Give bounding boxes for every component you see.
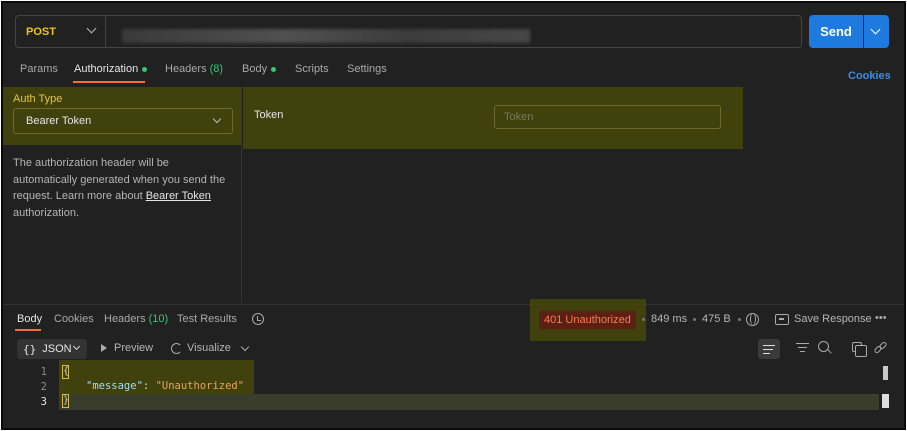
response-time[interactable]: 849 ms xyxy=(651,313,687,325)
line-number: 1 xyxy=(40,366,47,378)
close-brace[interactable]: } xyxy=(62,394,69,408)
scrollbar[interactable] xyxy=(883,366,888,380)
tab-scripts[interactable]: Scripts xyxy=(295,63,329,75)
history-icon[interactable] xyxy=(252,313,264,325)
chevron-down-icon xyxy=(72,342,81,351)
response-tab-cookies[interactable]: Cookies xyxy=(54,313,94,325)
separator-dot xyxy=(693,318,696,321)
line-number: 3 xyxy=(40,396,47,408)
chevron-down-icon[interactable] xyxy=(240,342,250,352)
divider xyxy=(3,304,904,305)
auth-type-value: Bearer Token xyxy=(26,115,92,127)
visualize-button[interactable]: Visualize xyxy=(171,342,231,354)
chevron-down-icon xyxy=(870,24,881,35)
url-input[interactable] xyxy=(105,15,802,48)
globe-icon[interactable] xyxy=(746,313,759,326)
token-input[interactable] xyxy=(494,105,721,129)
scrollbar-thumb[interactable] xyxy=(882,394,889,408)
open-brace[interactable]: { xyxy=(62,365,69,379)
active-tab-indicator xyxy=(15,329,41,331)
auth-description: The authorization header will be automat… xyxy=(13,157,226,219)
bearer-token-link[interactable]: Bearer Token xyxy=(146,190,211,202)
auth-type-select[interactable]: Bearer Token xyxy=(13,108,233,134)
response-size[interactable]: 475 B xyxy=(702,313,731,325)
save-response-icon xyxy=(775,314,789,325)
status-badge[interactable]: 401 Unauthorized xyxy=(539,311,636,329)
active-dot-icon xyxy=(271,66,277,72)
method-select[interactable]: POST xyxy=(15,15,105,48)
tab-settings[interactable]: Settings xyxy=(347,63,387,75)
response-tab-test-results[interactable]: Test Results xyxy=(177,313,237,325)
play-icon xyxy=(101,344,108,352)
send-options-button[interactable] xyxy=(864,15,889,48)
separator-dot xyxy=(738,318,741,321)
link-icon[interactable] xyxy=(873,340,888,355)
code-line[interactable]: "message": "Unauthorized" xyxy=(86,380,244,392)
tab-body[interactable]: Body xyxy=(242,63,277,75)
method-label: POST xyxy=(26,25,56,38)
current-line-highlight xyxy=(59,394,879,410)
send-button[interactable]: Send xyxy=(809,15,863,48)
active-tab-indicator xyxy=(73,81,145,83)
braces-icon: {} xyxy=(23,342,37,356)
chevron-down-icon xyxy=(212,114,222,124)
line-number: 2 xyxy=(40,381,47,393)
tab-headers[interactable]: Headers (8) xyxy=(165,63,223,75)
response-tab-headers[interactable]: Headers (10) xyxy=(104,313,168,325)
more-options-icon[interactable]: ••• xyxy=(875,312,887,324)
tab-authorization[interactable]: Authorization xyxy=(74,63,148,75)
tab-params[interactable]: Params xyxy=(20,63,58,75)
copy-icon[interactable] xyxy=(852,342,867,357)
redacted-url xyxy=(122,29,530,43)
wrap-lines-button[interactable] xyxy=(758,339,780,359)
cookies-link[interactable]: Cookies xyxy=(848,70,891,82)
search-icon[interactable] xyxy=(818,341,829,352)
preview-button[interactable]: Preview xyxy=(101,342,153,354)
chevron-down-icon xyxy=(86,23,97,34)
response-tab-body[interactable]: Body xyxy=(17,313,42,325)
visualize-icon xyxy=(171,342,182,354)
divider xyxy=(241,87,242,303)
token-label: Token xyxy=(254,109,284,121)
app-window: POST Send Params Authorization Headers (… xyxy=(1,1,906,430)
separator-dot xyxy=(642,318,645,321)
filter-icon[interactable] xyxy=(796,342,809,354)
format-select[interactable]: {} JSON xyxy=(17,339,87,359)
format-value: JSON xyxy=(42,343,72,355)
save-response-button[interactable]: Save Response xyxy=(794,313,872,325)
auth-type-label: Auth Type xyxy=(13,93,63,105)
active-dot-icon xyxy=(142,66,148,72)
